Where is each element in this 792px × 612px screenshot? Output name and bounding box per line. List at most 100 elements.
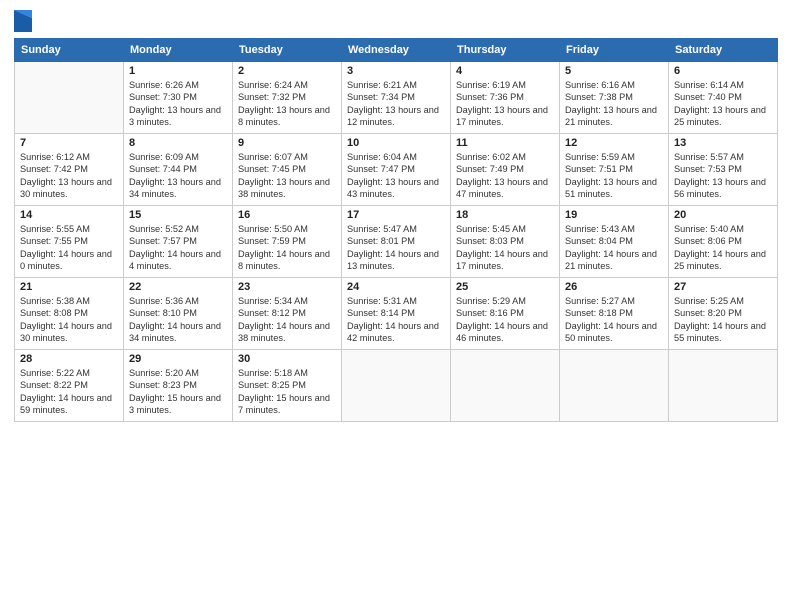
calendar-cell: 10 Sunrise: 6:04 AMSunset: 7:47 PMDayligh… xyxy=(342,134,451,206)
calendar-cell: 9Sunrise: 6:07 AMSunset: 7:45 PMDaylight… xyxy=(233,134,342,206)
day-number: 30 xyxy=(238,353,336,365)
day-info: Sunrise: 6:09 AMSunset: 7:44 PMDaylight:… xyxy=(129,151,227,201)
day-info: Sunrise: 5:50 AMSunset: 7:59 PMDaylight:… xyxy=(238,223,336,273)
day-number: 20 xyxy=(674,209,772,221)
day-info: Sunrise: 6:14 AMSunset: 7:40 PMDaylight:… xyxy=(674,79,772,129)
day-info: Sunrise: 5:45 AMSunset: 8:03 PMDaylight:… xyxy=(456,223,554,273)
calendar-cell: 6 Sunrise: 6:14 AMSunset: 7:40 PMDaylight… xyxy=(669,62,778,134)
day-number: 17 xyxy=(347,209,445,221)
weekday-header-wednesday: Wednesday xyxy=(342,39,451,62)
calendar-cell xyxy=(15,62,124,134)
calendar-cell xyxy=(451,350,560,422)
calendar-cell: 11 Sunrise: 6:02 AMSunset: 7:49 PMDayligh… xyxy=(451,134,560,206)
weekday-header-thursday: Thursday xyxy=(451,39,560,62)
week-row-1: 7 Sunrise: 6:12 AMSunset: 7:42 PMDaylight… xyxy=(15,134,778,206)
weekday-header-saturday: Saturday xyxy=(669,39,778,62)
day-info: Sunrise: 5:43 AMSunset: 8:04 PMDaylight:… xyxy=(565,223,663,273)
day-number: 24 xyxy=(347,281,445,293)
calendar-cell: 17Sunrise: 5:47 AMSunset: 8:01 PMDayligh… xyxy=(342,206,451,278)
day-number: 8 xyxy=(129,137,227,149)
calendar: SundayMondayTuesdayWednesdayThursdayFrid… xyxy=(14,38,778,422)
week-row-2: 14 Sunrise: 5:55 AMSunset: 7:55 PMDayligh… xyxy=(15,206,778,278)
weekday-header-row: SundayMondayTuesdayWednesdayThursdayFrid… xyxy=(15,39,778,62)
day-number: 3 xyxy=(347,65,445,77)
day-number: 2 xyxy=(238,65,336,77)
day-number: 23 xyxy=(238,281,336,293)
day-info: Sunrise: 5:57 AMSunset: 7:53 PMDaylight:… xyxy=(674,151,772,201)
header xyxy=(14,10,778,32)
logo-icon xyxy=(14,10,32,32)
day-number: 10 xyxy=(347,137,445,149)
day-number: 12 xyxy=(565,137,663,149)
day-info: Sunrise: 6:12 AMSunset: 7:42 PMDaylight:… xyxy=(20,151,118,201)
day-info: Sunrise: 5:31 AMSunset: 8:14 PMDaylight:… xyxy=(347,295,445,345)
day-number: 16 xyxy=(238,209,336,221)
calendar-cell: 13 Sunrise: 5:57 AMSunset: 7:53 PMDayligh… xyxy=(669,134,778,206)
day-info: Sunrise: 5:27 AMSunset: 8:18 PMDaylight:… xyxy=(565,295,663,345)
day-number: 15 xyxy=(129,209,227,221)
day-number: 6 xyxy=(674,65,772,77)
day-number: 25 xyxy=(456,281,554,293)
calendar-cell xyxy=(342,350,451,422)
day-info: Sunrise: 6:07 AMSunset: 7:45 PMDaylight:… xyxy=(238,151,336,201)
day-info: Sunrise: 5:25 AMSunset: 8:20 PMDaylight:… xyxy=(674,295,772,345)
day-number: 1 xyxy=(129,65,227,77)
calendar-cell: 12Sunrise: 5:59 AMSunset: 7:51 PMDayligh… xyxy=(560,134,669,206)
day-number: 18 xyxy=(456,209,554,221)
calendar-cell: 2 Sunrise: 6:24 AMSunset: 7:32 PMDaylight… xyxy=(233,62,342,134)
day-info: Sunrise: 6:26 AMSunset: 7:30 PMDaylight:… xyxy=(129,79,227,129)
calendar-cell xyxy=(560,350,669,422)
weekday-header-sunday: Sunday xyxy=(15,39,124,62)
day-info: Sunrise: 6:16 AMSunset: 7:38 PMDaylight:… xyxy=(565,79,663,129)
calendar-cell: 20 Sunrise: 5:40 AMSunset: 8:06 PMDayligh… xyxy=(669,206,778,278)
day-number: 13 xyxy=(674,137,772,149)
day-number: 26 xyxy=(565,281,663,293)
day-number: 19 xyxy=(565,209,663,221)
calendar-cell: 27 Sunrise: 5:25 AMSunset: 8:20 PMDayligh… xyxy=(669,278,778,350)
day-number: 27 xyxy=(674,281,772,293)
weekday-header-friday: Friday xyxy=(560,39,669,62)
day-info: Sunrise: 5:55 AMSunset: 7:55 PMDaylight:… xyxy=(20,223,118,273)
day-info: Sunrise: 5:34 AMSunset: 8:12 PMDaylight:… xyxy=(238,295,336,345)
calendar-cell: 7 Sunrise: 6:12 AMSunset: 7:42 PMDaylight… xyxy=(15,134,124,206)
day-info: Sunrise: 5:40 AMSunset: 8:06 PMDaylight:… xyxy=(674,223,772,273)
day-info: Sunrise: 6:21 AMSunset: 7:34 PMDaylight:… xyxy=(347,79,445,129)
calendar-cell: 3 Sunrise: 6:21 AMSunset: 7:34 PMDaylight… xyxy=(342,62,451,134)
day-number: 5 xyxy=(565,65,663,77)
day-info: Sunrise: 5:38 AMSunset: 8:08 PMDaylight:… xyxy=(20,295,118,345)
calendar-cell: 28 Sunrise: 5:22 AMSunset: 8:22 PMDayligh… xyxy=(15,350,124,422)
day-info: Sunrise: 5:20 AMSunset: 8:23 PMDaylight:… xyxy=(129,367,227,417)
day-number: 7 xyxy=(20,137,118,149)
page: SundayMondayTuesdayWednesdayThursdayFrid… xyxy=(0,0,792,612)
weekday-header-monday: Monday xyxy=(124,39,233,62)
day-number: 11 xyxy=(456,137,554,149)
day-info: Sunrise: 5:52 AMSunset: 7:57 PMDaylight:… xyxy=(129,223,227,273)
calendar-cell xyxy=(669,350,778,422)
calendar-cell: 4 Sunrise: 6:19 AMSunset: 7:36 PMDaylight… xyxy=(451,62,560,134)
calendar-cell: 24 Sunrise: 5:31 AMSunset: 8:14 PMDayligh… xyxy=(342,278,451,350)
day-info: Sunrise: 6:02 AMSunset: 7:49 PMDaylight:… xyxy=(456,151,554,201)
weekday-header-tuesday: Tuesday xyxy=(233,39,342,62)
calendar-cell: 8 Sunrise: 6:09 AMSunset: 7:44 PMDaylight… xyxy=(124,134,233,206)
calendar-cell: 21 Sunrise: 5:38 AMSunset: 8:08 PMDayligh… xyxy=(15,278,124,350)
day-number: 14 xyxy=(20,209,118,221)
day-info: Sunrise: 6:04 AMSunset: 7:47 PMDaylight:… xyxy=(347,151,445,201)
day-info: Sunrise: 5:22 AMSunset: 8:22 PMDaylight:… xyxy=(20,367,118,417)
day-info: Sunrise: 6:24 AMSunset: 7:32 PMDaylight:… xyxy=(238,79,336,129)
calendar-cell: 25Sunrise: 5:29 AMSunset: 8:16 PMDayligh… xyxy=(451,278,560,350)
day-number: 4 xyxy=(456,65,554,77)
day-info: Sunrise: 5:18 AMSunset: 8:25 PMDaylight:… xyxy=(238,367,336,417)
week-row-4: 28 Sunrise: 5:22 AMSunset: 8:22 PMDayligh… xyxy=(15,350,778,422)
calendar-cell: 5 Sunrise: 6:16 AMSunset: 7:38 PMDaylight… xyxy=(560,62,669,134)
calendar-cell: 26 Sunrise: 5:27 AMSunset: 8:18 PMDayligh… xyxy=(560,278,669,350)
calendar-cell: 23 Sunrise: 5:34 AMSunset: 8:12 PMDayligh… xyxy=(233,278,342,350)
week-row-3: 21 Sunrise: 5:38 AMSunset: 8:08 PMDayligh… xyxy=(15,278,778,350)
day-info: Sunrise: 5:36 AMSunset: 8:10 PMDaylight:… xyxy=(129,295,227,345)
week-row-0: 1 Sunrise: 6:26 AMSunset: 7:30 PMDaylight… xyxy=(15,62,778,134)
calendar-cell: 16 Sunrise: 5:50 AMSunset: 7:59 PMDayligh… xyxy=(233,206,342,278)
day-number: 28 xyxy=(20,353,118,365)
day-number: 21 xyxy=(20,281,118,293)
day-info: Sunrise: 6:19 AMSunset: 7:36 PMDaylight:… xyxy=(456,79,554,129)
calendar-cell: 29Sunrise: 5:20 AMSunset: 8:23 PMDayligh… xyxy=(124,350,233,422)
calendar-cell: 1 Sunrise: 6:26 AMSunset: 7:30 PMDaylight… xyxy=(124,62,233,134)
